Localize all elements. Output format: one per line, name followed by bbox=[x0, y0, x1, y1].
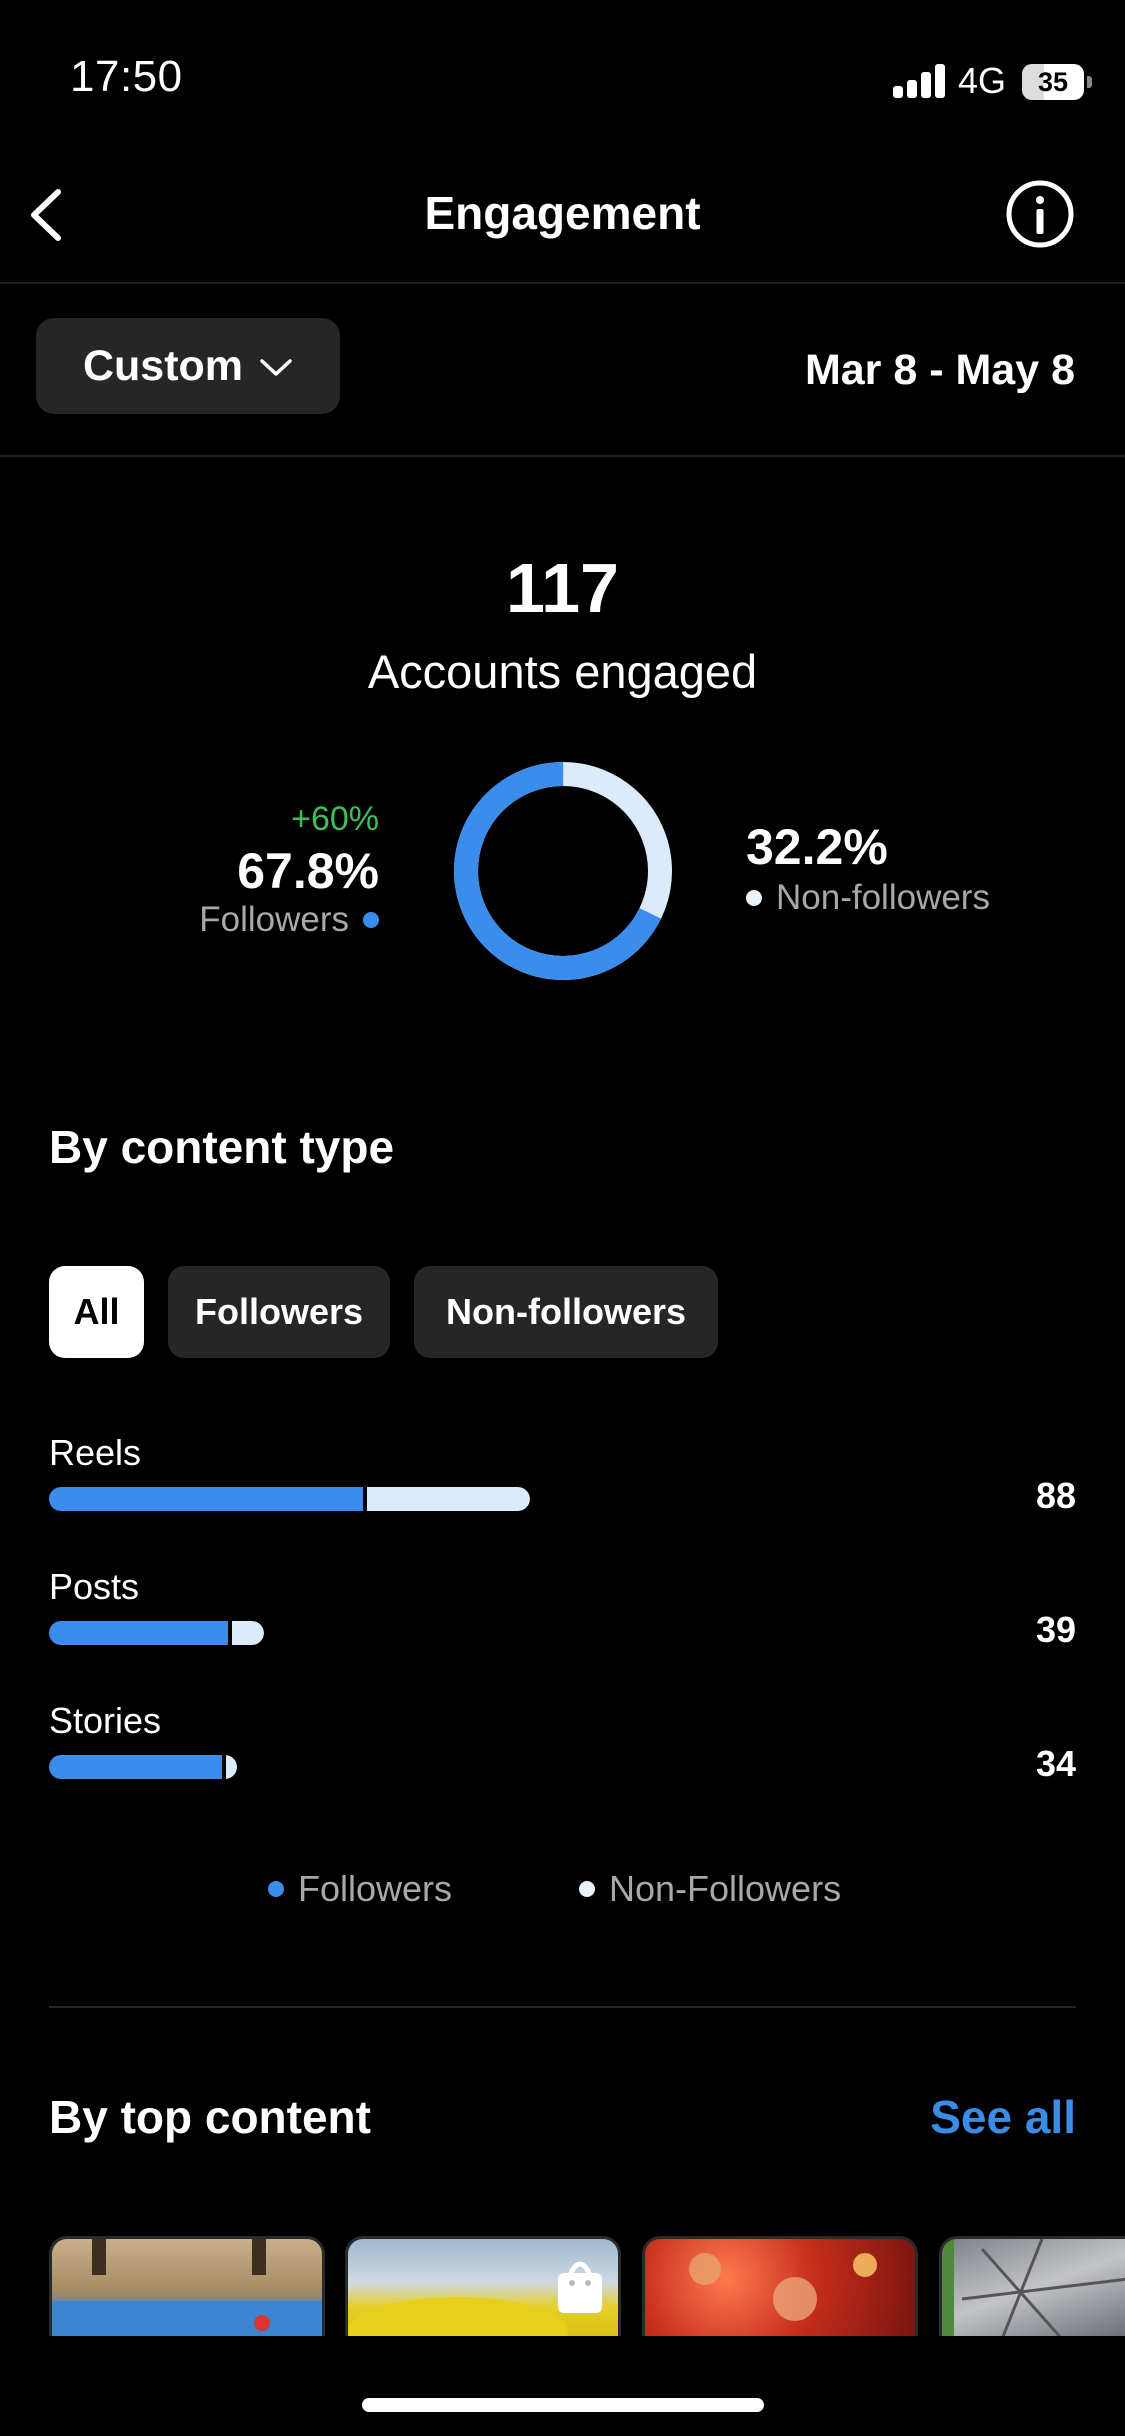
nonfollowers-percentage: 32.2% bbox=[746, 819, 888, 875]
tab-followers[interactable]: Followers bbox=[168, 1266, 390, 1358]
bar-label-posts: Posts bbox=[49, 1566, 140, 1607]
period-dropdown-label: Custom bbox=[82, 341, 244, 390]
bar-posts-followers bbox=[49, 1621, 228, 1645]
legend-followers-dot bbox=[268, 1881, 284, 1897]
thumbnail-3-image bbox=[689, 2253, 877, 2321]
top-content-thumbnail-1[interactable] bbox=[49, 2236, 325, 2336]
accounts-engaged-label: Accounts engaged bbox=[367, 645, 758, 698]
legend-nonfollowers-dot bbox=[579, 1881, 595, 1897]
battery-level: 35 bbox=[1037, 67, 1069, 97]
date-range: Mar 8 - May 8 bbox=[804, 346, 1075, 394]
nonfollowers-dot bbox=[746, 890, 762, 906]
chevron-down-icon bbox=[260, 359, 292, 376]
content-type-heading: By content type bbox=[49, 1121, 395, 1173]
followers-legend: Followers bbox=[199, 900, 379, 940]
accounts-engaged-count: 117 bbox=[506, 549, 619, 627]
period-dropdown[interactable]: Custom bbox=[36, 318, 340, 414]
see-all-link[interactable]: See all bbox=[930, 2090, 1076, 2144]
shopping-bag-icon bbox=[558, 2261, 602, 2313]
legend-followers: Followers bbox=[268, 1868, 452, 1910]
followers-donut-chart bbox=[454, 762, 672, 980]
legend-nonfollowers-label: Non-Followers bbox=[609, 1868, 842, 1909]
bar-posts bbox=[49, 1621, 265, 1645]
thumbnail-2-image bbox=[348, 2261, 602, 2336]
bar-reels-nonfollowers bbox=[367, 1487, 530, 1511]
bar-stories-followers bbox=[49, 1755, 223, 1779]
thumbnail-4-image bbox=[942, 2239, 1125, 2336]
top-content-thumbnail-2[interactable] bbox=[345, 2236, 621, 2336]
bar-value-reels: 88 bbox=[1035, 1475, 1076, 1516]
nonfollowers-legend: Non-followers bbox=[746, 878, 990, 918]
info-button[interactable] bbox=[1004, 178, 1076, 250]
top-content-thumbnail-3[interactable] bbox=[642, 2236, 918, 2336]
bar-label-stories: Stories bbox=[49, 1700, 162, 1741]
header-divider bbox=[0, 282, 1125, 284]
battery-icon: 35 bbox=[1022, 64, 1084, 100]
bar-stories bbox=[49, 1755, 238, 1779]
followers-dot bbox=[363, 912, 379, 928]
bar-value-posts: 39 bbox=[1035, 1609, 1076, 1650]
donut-followers-segment bbox=[454, 762, 672, 980]
filter-divider bbox=[0, 455, 1125, 457]
network-type: 4G bbox=[958, 60, 1007, 101]
tab-all[interactable]: All bbox=[49, 1266, 144, 1358]
battery-nub bbox=[1087, 76, 1092, 88]
bar-stories-nonfollowers bbox=[226, 1755, 238, 1779]
home-indicator[interactable] bbox=[362, 2398, 764, 2412]
tab-non-followers[interactable]: Non-followers bbox=[414, 1266, 718, 1358]
info-icon bbox=[1006, 180, 1074, 248]
bar-reels-followers bbox=[49, 1487, 364, 1511]
followers-legend-label: Followers bbox=[199, 900, 349, 939]
bar-reels bbox=[49, 1487, 530, 1511]
bar-posts-nonfollowers bbox=[231, 1621, 265, 1645]
cellular-signal-icon bbox=[893, 62, 947, 98]
section-divider bbox=[49, 2006, 1076, 2008]
bar-label-reels: Reels bbox=[49, 1432, 142, 1473]
top-content-thumbnail-4[interactable] bbox=[939, 2236, 1125, 2336]
nonfollowers-legend-label: Non-followers bbox=[776, 878, 990, 917]
followers-change: +60% bbox=[291, 800, 379, 838]
bar-value-stories: 34 bbox=[1035, 1743, 1076, 1784]
page-title: Engagement bbox=[424, 187, 701, 239]
top-content-heading: By top content bbox=[49, 2091, 371, 2143]
legend-nonfollowers: Non-Followers bbox=[579, 1868, 841, 1910]
thumbnail-1-image bbox=[52, 2239, 322, 2336]
legend-followers-label: Followers bbox=[298, 1868, 453, 1909]
followers-percentage: 67.8% bbox=[237, 843, 379, 899]
status-time: 17:50 bbox=[70, 52, 183, 101]
